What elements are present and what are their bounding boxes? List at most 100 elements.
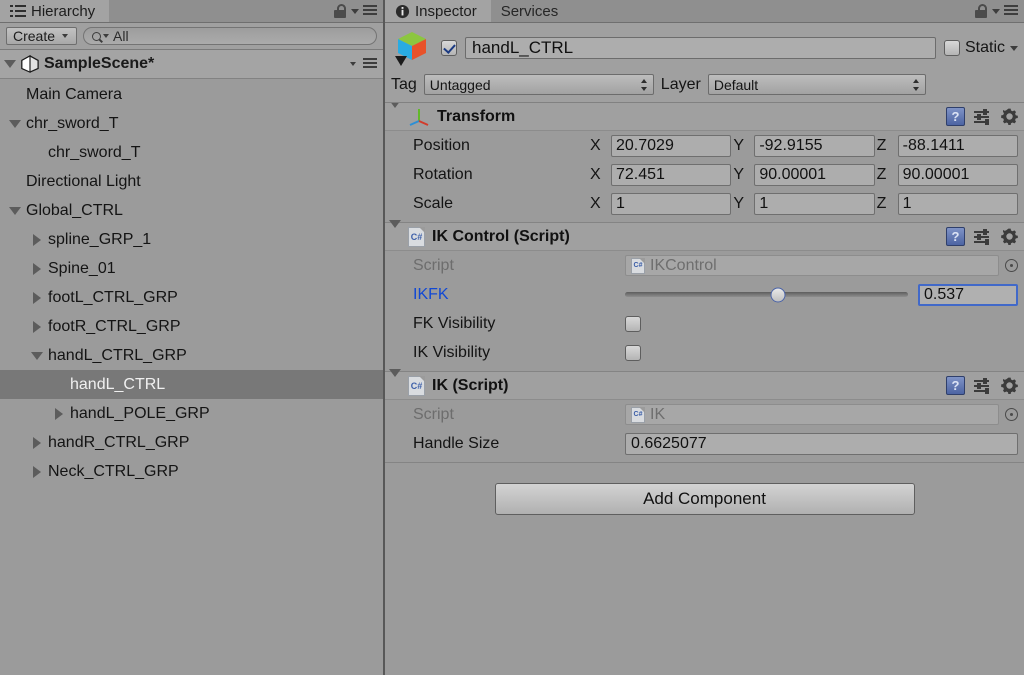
twirl-right-icon[interactable] (55, 407, 63, 420)
tree-item[interactable]: Neck_CTRL_GRP (0, 457, 383, 486)
slider-track[interactable] (625, 287, 908, 302)
component-header-icons: ? (946, 376, 1018, 395)
static-chevron-down-icon[interactable] (1010, 45, 1018, 51)
gameobject-name-value: handL_CTRL (472, 38, 574, 57)
tree-item[interactable]: chr_sword_T (0, 109, 383, 138)
slider-thumb[interactable] (770, 287, 786, 302)
lock-icon[interactable] (334, 4, 347, 18)
tab-hierarchy[interactable]: Hierarchy (0, 0, 110, 22)
vector3-input-z[interactable]: -88.1411 (897, 134, 1018, 157)
tree-item[interactable]: Main Camera (0, 80, 383, 109)
static-checkbox[interactable] (943, 40, 960, 56)
object-field[interactable]: C# IK (625, 404, 999, 425)
tree-item[interactable]: Directional Light (0, 167, 383, 196)
tree-item-selected[interactable]: handL_CTRL (0, 370, 383, 399)
twirl-right-icon[interactable] (33, 320, 41, 333)
property-label: IKFK (413, 285, 449, 303)
property-row: Position X 20.7029 Y -92.9155 Z -88.1411 (385, 131, 1024, 160)
menu-icon[interactable] (1004, 5, 1018, 17)
twirl-down-icon[interactable] (9, 206, 21, 215)
vector3-input-y[interactable]: 90.00001 (754, 163, 875, 186)
twirl-right-icon[interactable] (33, 233, 41, 246)
gameobject-enabled-checkbox[interactable] (441, 40, 457, 56)
gameobject-cube-icon[interactable] (391, 28, 433, 68)
lock-icon[interactable] (975, 4, 988, 18)
twirl-slot (52, 407, 66, 420)
tree-item[interactable]: handR_CTRL_GRP (0, 428, 383, 457)
scene-menu-icon[interactable] (363, 58, 377, 70)
component-header[interactable]: C# IK Control (Script)? (385, 219, 1024, 251)
object-field[interactable]: C# IKControl (625, 255, 999, 276)
tabbar-spacer (109, 0, 334, 22)
property-row: Scale X 1 Y 1 Z 1 (385, 189, 1024, 218)
vector3-cell-z: Z1 (877, 192, 1018, 215)
vector3-input-z[interactable]: 1 (897, 192, 1018, 215)
unity-logo-icon (21, 55, 39, 73)
tab-inspector[interactable]: Inspector (385, 0, 491, 22)
search-filter-chevron-icon[interactable] (103, 34, 110, 38)
component-header[interactable]: C# IK (Script)? (385, 368, 1024, 400)
scene-twirl-down-icon[interactable] (4, 60, 16, 68)
property-label: Script (413, 405, 454, 423)
create-button[interactable]: Create (6, 27, 78, 45)
info-icon (395, 4, 410, 18)
vector3-input-x[interactable]: 20.7029 (611, 134, 732, 157)
twirl-right-icon[interactable] (33, 436, 41, 449)
vector3-input-z[interactable]: 90.00001 (897, 163, 1018, 186)
component-foldout-icon[interactable] (389, 103, 401, 125)
preset-icon[interactable] (974, 377, 992, 394)
layer-dropdown[interactable]: Default (707, 74, 926, 95)
gear-icon[interactable] (1001, 108, 1018, 125)
dropdown-arrows-icon (912, 78, 920, 91)
component-foldout-icon[interactable] (389, 219, 401, 245)
scene-row[interactable]: SampleScene* (0, 50, 383, 79)
preset-icon[interactable] (974, 108, 992, 125)
twirl-down-icon[interactable] (9, 119, 21, 128)
gameobject-name-field[interactable]: handL_CTRL (465, 37, 936, 59)
tree-item[interactable]: Spine_01 (0, 254, 383, 283)
vector3-input-x[interactable]: 1 (611, 192, 732, 215)
add-component-button[interactable]: Add Component (494, 483, 915, 515)
object-picker-icon[interactable] (1005, 259, 1018, 272)
vector3-input-y[interactable]: 1 (754, 192, 875, 215)
property-checkbox[interactable] (625, 344, 641, 361)
component-foldout-icon[interactable] (389, 368, 401, 394)
twirl-right-icon[interactable] (33, 465, 41, 478)
slider-value-input[interactable]: 0.537 (918, 283, 1018, 306)
help-icon[interactable]: ? (946, 227, 965, 246)
help-icon[interactable]: ? (946, 107, 965, 126)
menu-icon[interactable] (363, 5, 377, 17)
tree-item[interactable]: spline_GRP_1 (0, 225, 383, 254)
twirl-slot (30, 436, 44, 449)
tree-item[interactable]: chr_sword_T (0, 138, 383, 167)
tree-item[interactable]: footL_CTRL_GRP (0, 283, 383, 312)
help-icon[interactable]: ? (946, 376, 965, 395)
preset-icon[interactable] (974, 228, 992, 245)
tag-dropdown[interactable]: Untagged (423, 74, 654, 95)
text-input[interactable]: 0.6625077 (625, 432, 1018, 455)
property-row: FK Visibility (385, 309, 1024, 338)
twirl-right-icon[interactable] (33, 262, 41, 275)
tree-item-label: spline_GRP_1 (48, 230, 152, 248)
twirl-down-icon[interactable] (31, 351, 43, 360)
tree-item[interactable]: handL_POLE_GRP (0, 399, 383, 428)
tree-item[interactable]: Global_CTRL (0, 196, 383, 225)
gear-icon[interactable] (1001, 228, 1018, 245)
search-input[interactable]: All (83, 27, 377, 45)
twirl-right-icon[interactable] (33, 291, 41, 304)
scene-chevron-down-icon[interactable] (350, 62, 356, 66)
tree-item[interactable]: footR_CTRL_GRP (0, 312, 383, 341)
vector3-input-x[interactable]: 72.451 (611, 163, 732, 186)
property-checkbox[interactable] (625, 315, 641, 332)
gear-icon[interactable] (1001, 377, 1018, 394)
component-header[interactable]: Transform? (385, 103, 1024, 131)
tree-item-label: footL_CTRL_GRP (48, 288, 178, 306)
tree-item[interactable]: handL_CTRL_GRP (0, 341, 383, 370)
hierarchy-toolbar: Create All (0, 23, 383, 50)
axis-label-y: Y (733, 165, 744, 183)
chevron-down-icon[interactable] (992, 8, 1000, 14)
tab-services[interactable]: Services (490, 0, 573, 22)
object-picker-icon[interactable] (1005, 408, 1018, 421)
chevron-down-icon[interactable] (351, 8, 359, 14)
vector3-input-y[interactable]: -92.9155 (754, 134, 875, 157)
